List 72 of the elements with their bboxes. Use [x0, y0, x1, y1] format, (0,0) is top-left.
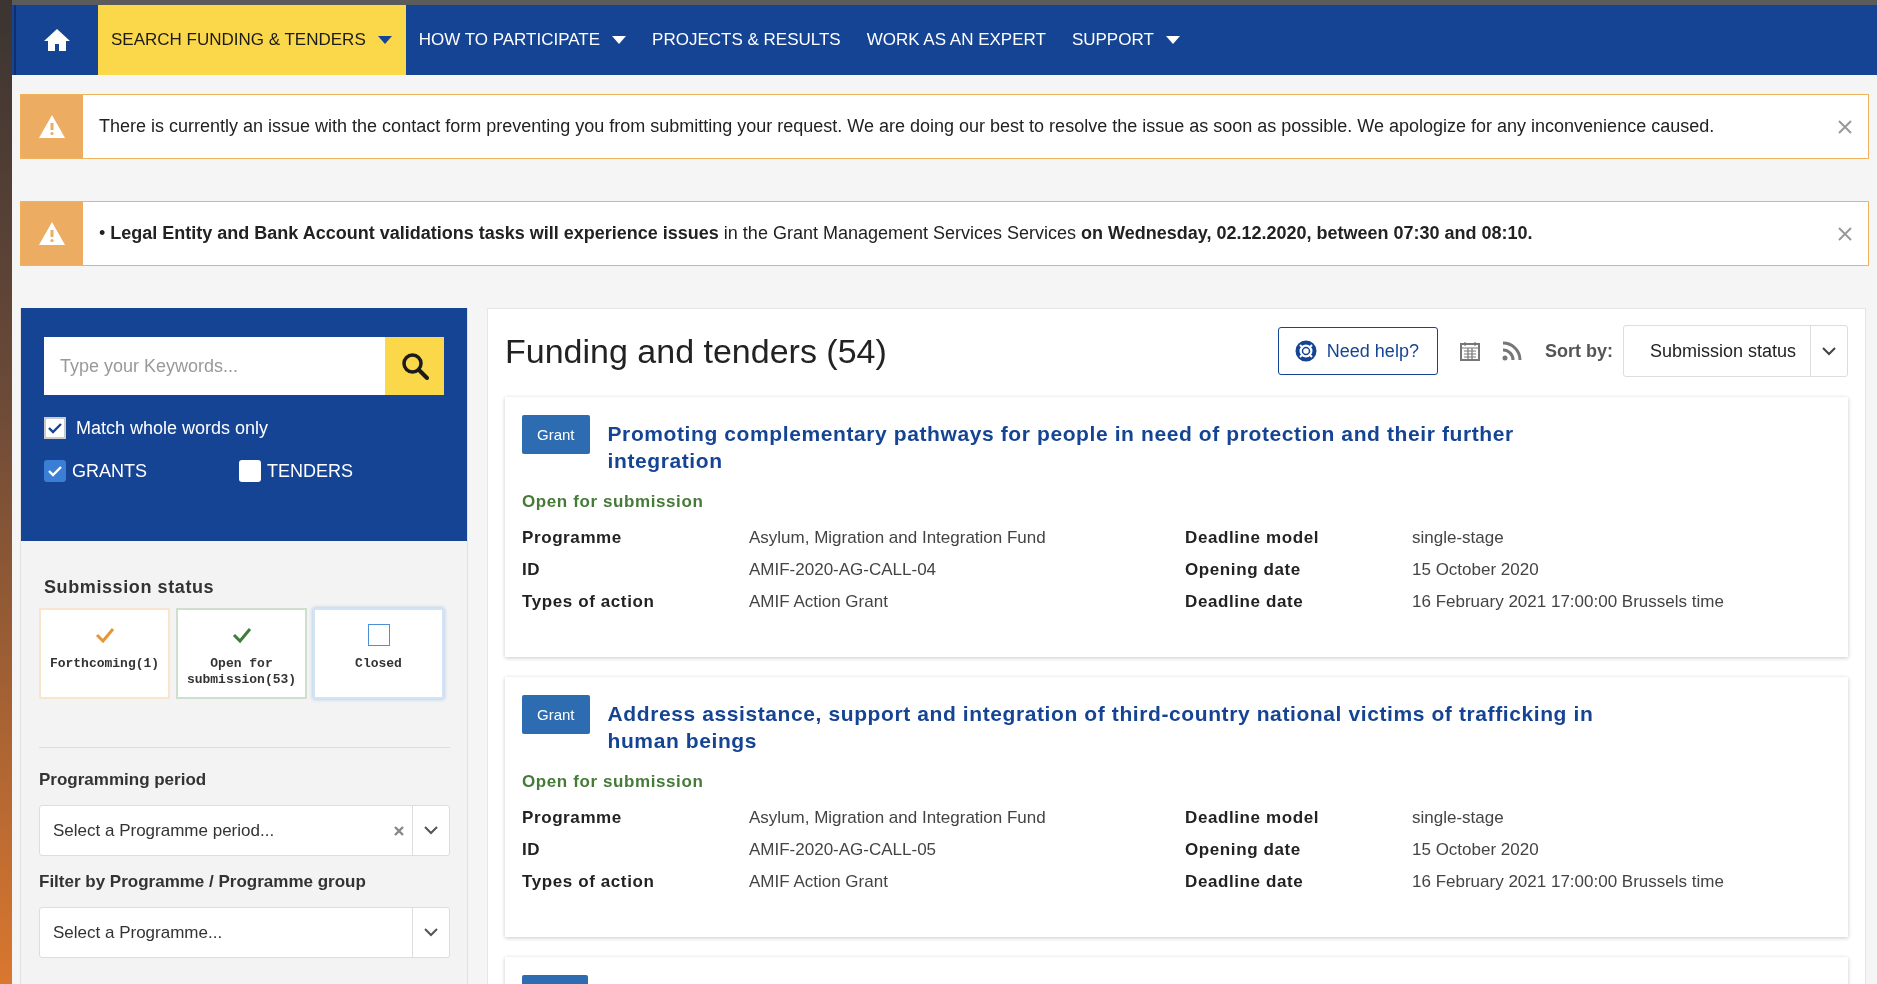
- field-value: 16 February 2021 17:00:00 Brussels time: [1412, 592, 1725, 612]
- field-value: Asylum, Migration and Integration Fund: [749, 528, 1047, 548]
- field-label: ID: [522, 840, 542, 860]
- status-text: Open for submission: [522, 492, 705, 512]
- check-icon: [48, 422, 62, 434]
- chevron-down-icon: [424, 928, 438, 937]
- sort-select[interactable]: Submission status: [1622, 325, 1848, 377]
- field-label: Deadline model: [1185, 808, 1321, 828]
- section-title: Submission status: [44, 577, 216, 598]
- home-icon[interactable]: [43, 28, 71, 52]
- checkbox-label: Match whole words only: [76, 417, 269, 439]
- field-value: 16 February 2021 17:00:00 Brussels time: [1412, 872, 1725, 892]
- chevron-down-icon: [1822, 346, 1836, 356]
- nav-tab[interactable]: PROJECTS & RESULTS: [639, 5, 854, 75]
- field-value: AMIF-2020-AG-CALL-05: [749, 840, 938, 860]
- checkbox[interactable]: [239, 460, 261, 482]
- field-label: Opening date: [1185, 840, 1302, 860]
- field-value: AMIF Action Grant: [749, 872, 889, 892]
- search-icon: [400, 352, 429, 380]
- sort-label: Sort by:: [1544, 340, 1613, 362]
- grant-tag: Grant: [522, 695, 590, 734]
- warning-icon: [38, 221, 66, 246]
- status-filter[interactable]: Open for submission(53): [176, 608, 307, 699]
- nav-tab[interactable]: SEARCH FUNDING & TENDERS: [98, 5, 406, 75]
- checkbox-label: GRANTS: [72, 460, 147, 482]
- field-label: Types of action: [522, 872, 656, 892]
- field-value: AMIF-2020-AG-CALL-04: [749, 560, 938, 580]
- nav-tab[interactable]: SUPPORT: [1058, 5, 1193, 75]
- status-text: Open for submission: [522, 772, 705, 792]
- warning-icon: [38, 114, 66, 139]
- field-value: 15 October 2020: [1412, 840, 1540, 860]
- checkbox[interactable]: [44, 460, 66, 482]
- select-field[interactable]: Select a Programme...: [39, 907, 450, 958]
- rss-icon[interactable]: [1501, 341, 1522, 361]
- page-title: Funding and tenders (54): [505, 331, 888, 371]
- clear-icon[interactable]: [394, 825, 404, 836]
- field-label: Types of action: [522, 592, 656, 612]
- field-label: Deadline model: [1185, 528, 1321, 548]
- alert-message: There is currently an issue with the contact form preventing you from submitting your request. We are doing our best to resolve the issue as soon as possible. We apologize for any inconvenience caused.: [99, 116, 1716, 137]
- filter-label: Programming period: [39, 770, 208, 790]
- lifebuoy-icon: [1294, 340, 1317, 362]
- field-value: AMIF Action Grant: [749, 592, 889, 612]
- keyword-field[interactable]: Type your Keywords...: [44, 337, 385, 395]
- field-value: 15 October 2020: [1412, 560, 1540, 580]
- field-label: Deadline date: [1185, 592, 1305, 612]
- field-label: Programme: [522, 808, 623, 828]
- check-icon: [48, 465, 62, 477]
- filter-label: Filter by Programme / Programme group: [39, 872, 367, 892]
- status-filter[interactable]: Forthcoming(1): [39, 608, 170, 699]
- calendar-icon[interactable]: [1459, 341, 1480, 361]
- call-title-link[interactable]: Promoting complementary pathways for people in need of protection and their further integration: [607, 420, 1598, 474]
- checkbox[interactable]: [44, 417, 66, 439]
- select-field[interactable]: Select a Programme period...: [39, 805, 450, 856]
- call-title-link[interactable]: Address assistance, support and integration of third-country national victims of trafficking in human beings: [607, 700, 1598, 754]
- search-button[interactable]: [385, 337, 444, 395]
- help-button[interactable]: Need help?: [1277, 327, 1438, 375]
- alert-message: • Legal Entity and Bank Account validations tasks will experience issues in the Grant Management Services Services on Wednesday, 02.12.2020, between 07:30 and 08:10.: [99, 223, 1534, 244]
- field-label: Opening date: [1185, 560, 1302, 580]
- field-label: ID: [522, 560, 542, 580]
- field-label: Deadline date: [1185, 872, 1305, 892]
- field-value: single-stage: [1412, 808, 1505, 828]
- field-value: Asylum, Migration and Integration Fund: [749, 808, 1047, 828]
- close-icon[interactable]: [1838, 226, 1852, 241]
- grant-tag: Grant: [522, 415, 590, 454]
- field-label: Programme: [522, 528, 623, 548]
- close-icon[interactable]: [1838, 119, 1852, 134]
- status-filter[interactable]: Closed: [313, 608, 444, 699]
- chevron-down-icon: [424, 826, 438, 835]
- checkbox-label: TENDERS: [267, 460, 353, 482]
- nav-tab[interactable]: WORK AS AN EXPERT: [853, 5, 1059, 75]
- field-value: single-stage: [1412, 528, 1505, 548]
- nav-tab[interactable]: HOW TO PARTICIPATE: [405, 5, 640, 75]
